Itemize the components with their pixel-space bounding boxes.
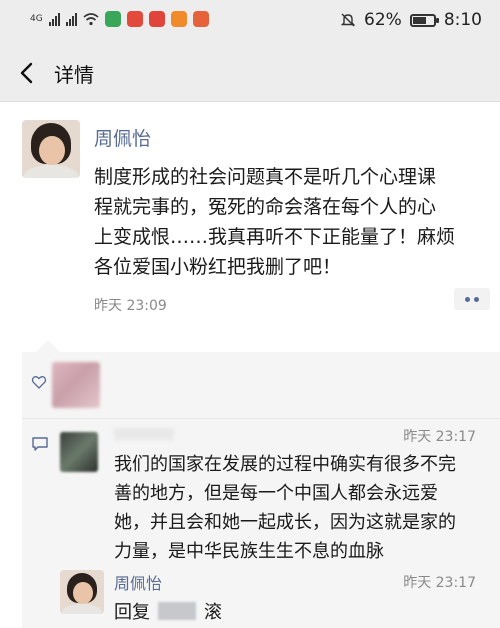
commenter-avatar[interactable] — [60, 432, 98, 472]
app-icon — [170, 11, 187, 27]
reply-author-name[interactable]: 周佩怡 — [114, 570, 162, 594]
comment-text[interactable]: 我们的国家在发展的过程中确实有很多不完 善的地方，但是每一个中国人都会永远爱 她… — [114, 450, 486, 566]
author-avatar[interactable] — [22, 120, 80, 178]
divider — [22, 418, 500, 419]
wifi-icon — [83, 12, 99, 25]
comment-icon — [32, 437, 48, 451]
post-text: 制度形成的社会问题真不是听几个心理课 程就完事的，冤死的命会落在每个人的心 上变… — [94, 162, 486, 282]
app-icon — [148, 11, 165, 27]
comment-text-line: 她，并且会和她一起成长，因为这就是家的 — [114, 512, 456, 533]
post-text-line: 制度形成的社会问题真不是听几个心理课 — [94, 166, 437, 188]
comment-text-line: 力量，是中华民族生生不息的血脉 — [114, 541, 384, 562]
app-icon — [104, 11, 121, 27]
heart-outline-icon — [31, 376, 47, 389]
network-type: 4G — [30, 14, 43, 24]
mute-icon — [340, 13, 356, 27]
battery-percent: 62% — [364, 10, 402, 30]
page-title: 详情 — [54, 63, 94, 87]
comment-text-line: 善的地方，但是每一个中国人都会永远爱 — [114, 483, 438, 504]
post-text-line: 上变成恨……我真再听不下正能量了！麻烦 — [94, 226, 456, 248]
comment-time: 昨天 23:17 — [403, 429, 476, 445]
reply-time: 昨天 23:17 — [403, 575, 476, 591]
back-button[interactable] — [14, 58, 42, 88]
signal-icon — [48, 12, 60, 26]
app-icon — [192, 11, 209, 27]
clock: 8:10 — [443, 10, 482, 30]
reply-content: 滚 — [204, 602, 222, 623]
moment-post: 周佩怡 制度形成的社会问题真不是听几个心理课 程就完事的，冤死的命会落在每个人的… — [0, 102, 500, 328]
app-icon — [126, 11, 143, 27]
nav-bar: 详情 — [0, 44, 500, 102]
reply-target-redacted — [158, 602, 196, 620]
likes-comments-panel: 昨天 23:17 我们的国家在发展的过程中确实有很多不完 善的地方，但是每一个中… — [22, 352, 500, 628]
reply-prefix: 回复 — [114, 602, 150, 623]
battery-fill — [412, 16, 427, 24]
battery-icon — [409, 13, 439, 27]
reply-author-avatar[interactable] — [60, 570, 104, 614]
liker-avatar[interactable] — [52, 362, 100, 408]
author-name[interactable]: 周佩怡 — [94, 124, 151, 151]
reply-text[interactable]: 回复 滚 — [114, 598, 222, 624]
post-time: 昨天 23:09 — [94, 298, 167, 314]
back-chevron-icon — [20, 62, 33, 84]
signal-icon-2 — [65, 12, 77, 26]
comment-pointer — [36, 340, 60, 352]
status-bar: 4G 62% 8:10 — [0, 0, 500, 44]
post-text-line: 各位爱国小粉红把我删了吧！ — [94, 256, 342, 278]
commenter-name-redacted — [114, 428, 174, 440]
status-right: 62% 8:10 — [340, 10, 482, 30]
post-text-line: 程就完事的，冤死的命会落在每个人的心 — [94, 196, 437, 218]
more-dots-icon — [465, 296, 470, 302]
status-left: 4G — [30, 11, 209, 27]
more-button[interactable] — [454, 288, 490, 310]
comment-text-line: 我们的国家在发展的过程中确实有很多不完 — [114, 454, 456, 475]
